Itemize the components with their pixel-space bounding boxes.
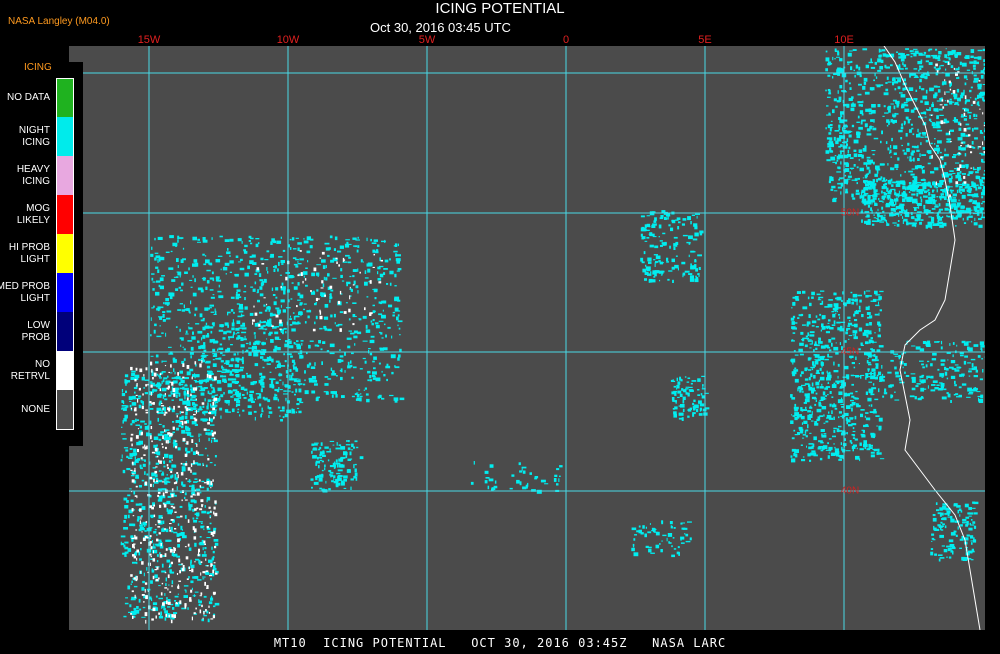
lon-label-15w: 15W	[138, 34, 161, 46]
legend-item-label: NO DATA	[0, 92, 50, 104]
lon-label-10e: 10E	[834, 34, 854, 46]
legend-item: MED PROB LIGHT	[0, 273, 83, 312]
legend-swatch	[57, 351, 73, 390]
legend-item-label: LOW PROB	[0, 320, 50, 344]
lon-label-10w: 10W	[277, 34, 300, 46]
lon-label-5w: 5W	[419, 34, 436, 46]
legend-swatch	[57, 273, 73, 312]
legend-item-label: MOG LIKELY	[0, 203, 50, 227]
legend-swatch	[57, 117, 73, 156]
legend-item-label: NO RETRVL	[0, 359, 50, 383]
legend-item-label: HI PROB LIGHT	[0, 242, 50, 266]
footer-caption: MT10 ICING POTENTIAL OCT 30, 2016 03:45Z…	[0, 632, 1000, 650]
icing-map[interactable]	[69, 46, 985, 630]
legend-item-label: NONE	[0, 404, 50, 416]
legend-item: MOG LIKELY	[0, 195, 83, 234]
map-title: ICING POTENTIAL	[0, 0, 1000, 17]
legend-heading: ICING	[24, 62, 52, 73]
legend-swatch	[57, 156, 73, 195]
legend-swatch	[57, 390, 73, 429]
legend-swatch	[57, 234, 73, 273]
map-datetime: Oct 30, 2016 03:45 UTC	[370, 20, 511, 35]
legend-item-label: NIGHT ICING	[0, 125, 50, 149]
legend-item: NO RETRVL	[0, 351, 83, 390]
legend-item: HEAVY ICING	[0, 156, 83, 195]
legend-swatch	[57, 78, 73, 117]
legend-item: LOW PROB	[0, 312, 83, 351]
lat-label-40n: 40N	[841, 486, 859, 497]
credit-label: NASA Langley (M04.0)	[8, 16, 110, 27]
legend-item: NONE	[0, 390, 83, 429]
legend-swatch	[57, 312, 73, 351]
legend-item: NIGHT ICING	[0, 117, 83, 156]
legend-item-label: HEAVY ICING	[0, 164, 50, 188]
lat-label-50n: 50N	[841, 208, 859, 219]
lat-label-45n: 45N	[841, 347, 859, 358]
lon-label-5e: 5E	[698, 34, 711, 46]
legend-item: HI PROB LIGHT	[0, 234, 83, 273]
legend-item: NO DATA	[0, 78, 83, 117]
icing-map-canvas[interactable]	[69, 46, 985, 630]
legend-item-label: MED PROB LIGHT	[0, 281, 50, 305]
lon-label-0: 0	[563, 34, 569, 46]
legend-swatch	[57, 195, 73, 234]
